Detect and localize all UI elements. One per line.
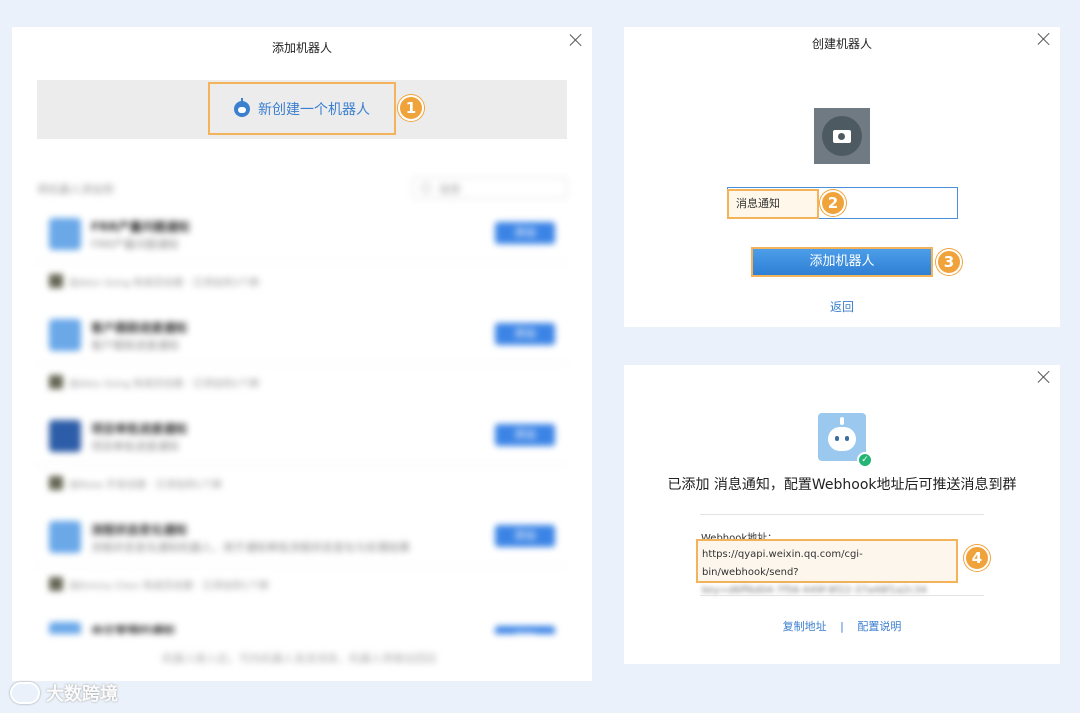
webhook-url: https://qyapi.weixin.qq.com/cgi-bin/webh…: [702, 549, 863, 578]
create-robot-dialog: 创建机器人 消息通知 2 添加机器人 3 返回: [624, 27, 1060, 327]
divider: [37, 464, 567, 465]
dialog-title: 创建机器人: [811, 37, 872, 51]
robot-name-value[interactable]: 消息通知: [727, 189, 819, 219]
footer-note: 机器人接入后，可向机器人发送消息，机器人将做出回应: [162, 652, 437, 665]
list-item[interactable]: 流程状态变化通知 流程状态变化通知机器人，用于通知审批流程状态变化与处理结果 添…: [37, 513, 567, 609]
webhook-key: key=d6ff6d04-7f56-449f-8f22-37a48f1a2c34: [702, 585, 927, 596]
link-separator: |: [840, 620, 844, 633]
robot-desc: 客户跟踪进度通知: [91, 339, 179, 352]
divider: [700, 595, 984, 596]
list-header-label: 将机器人添加到: [37, 183, 114, 196]
robot-name: 会议室预约通知: [91, 624, 176, 634]
list-item[interactable]: FRR产量问题通知 FRR产量问题通知 添加 由Alex Gong 和成员创建 …: [37, 210, 567, 306]
step-badge-3: 3: [936, 249, 962, 275]
new-robot-label: 新创建一个机器人: [258, 101, 370, 118]
step-badge-2: 2: [820, 190, 846, 216]
check-icon: ✓: [857, 452, 873, 468]
watermark: 大数跨境: [10, 680, 118, 706]
robot-avatar: [49, 622, 81, 634]
add-button[interactable]: 添加: [495, 525, 555, 547]
avatar: [49, 476, 63, 490]
robot-desc: FRR产量问题通知: [91, 238, 179, 251]
list-item[interactable]: 项目审批进度通知 项目审批进度通知 添加 由Rose 开发创建 · 已添加到1个…: [37, 412, 567, 508]
robot-name: FRR产量问题通知: [91, 220, 190, 234]
robot-creator: 由Emma Chen 和成员创建 · 已添加到1个群: [69, 581, 269, 592]
add-button[interactable]: 添加: [495, 424, 555, 446]
robot-name: 流程状态变化通知: [91, 523, 188, 537]
robot-head: [822, 116, 862, 156]
list-header: 将机器人添加到 搜索: [37, 177, 567, 199]
divider: [37, 565, 567, 566]
divider: [37, 363, 567, 364]
robot-icon: [234, 97, 250, 117]
list-item[interactable]: 会议室预约通知 添加: [37, 614, 567, 634]
action-links: 复制地址 | 配置说明: [624, 618, 1060, 634]
result-message: 已添加 消息通知，配置Webhook地址后可推送消息到群: [667, 477, 1017, 493]
close-icon[interactable]: [569, 33, 583, 47]
logo-icon: [10, 682, 40, 704]
new-robot-button[interactable]: 新创建一个机器人: [208, 82, 396, 135]
eye-shape: [845, 436, 849, 441]
robot-avatar: [49, 521, 81, 553]
list-item[interactable]: 客户跟踪进度通知 客户跟踪进度通知 添加 由Alex Gong 和成员创建 · …: [37, 311, 567, 407]
avatar: [49, 274, 63, 288]
robot-added-dialog: ✓ 已添加 消息通知，配置Webhook地址后可推送消息到群 Webhook地址…: [624, 365, 1060, 664]
back-link[interactable]: 返回: [624, 298, 1060, 315]
search-placeholder: 搜索: [439, 183, 461, 196]
robot-creator: 由Rose 开发创建 · 已添加到1个群: [69, 480, 223, 491]
config-guide-link[interactable]: 配置说明: [857, 620, 901, 633]
webhook-url-box[interactable]: https://qyapi.weixin.qq.com/cgi-bin/webh…: [696, 539, 958, 596]
add-button[interactable]: 添加: [495, 323, 555, 345]
robot-name: 客户跟踪进度通知: [91, 321, 188, 335]
close-icon[interactable]: [1037, 370, 1051, 384]
robot-avatar: [49, 319, 81, 351]
robot-desc: 流程状态变化通知机器人，用于通知审批流程状态变化与处理结果: [91, 541, 410, 554]
search-icon: [421, 183, 431, 193]
robot-creator: 由Alex Gong 和成员创建 · 已添加到2个群: [69, 379, 260, 390]
add-button[interactable]: 添加: [495, 626, 555, 634]
camera-icon: [833, 129, 851, 143]
avatar-upload[interactable]: [814, 108, 870, 164]
watermark-text: 大数跨境: [46, 684, 118, 705]
robot-name: 项目审批进度通知: [91, 422, 188, 436]
antenna-shape: [840, 417, 844, 425]
step-badge-4: 4: [964, 545, 990, 571]
divider: [700, 514, 984, 515]
step-badge-1: 1: [398, 95, 424, 121]
add-robot-button[interactable]: 添加机器人: [751, 247, 933, 277]
robot-creator: 由Alex Gong 和成员创建 · 已添加到3个群: [69, 278, 260, 289]
robot-face: [828, 427, 856, 451]
close-icon[interactable]: [1037, 32, 1051, 46]
dialog-title: 添加机器人: [271, 41, 332, 55]
avatar: [49, 577, 63, 591]
eye-shape: [835, 436, 839, 441]
robot-desc: 项目审批进度通知: [91, 440, 179, 453]
add-robot-dialog: 添加机器人 新创建一个机器人 1 将机器人添加到 搜索 FRR产量问题通知 FR…: [12, 27, 592, 681]
robot-avatar: [49, 218, 81, 250]
add-button[interactable]: 添加: [495, 222, 555, 244]
search-input[interactable]: 搜索: [412, 177, 567, 199]
copy-address-link[interactable]: 复制地址: [783, 620, 827, 633]
divider: [37, 262, 567, 263]
robot-avatar: [49, 420, 81, 452]
avatar: [49, 375, 63, 389]
